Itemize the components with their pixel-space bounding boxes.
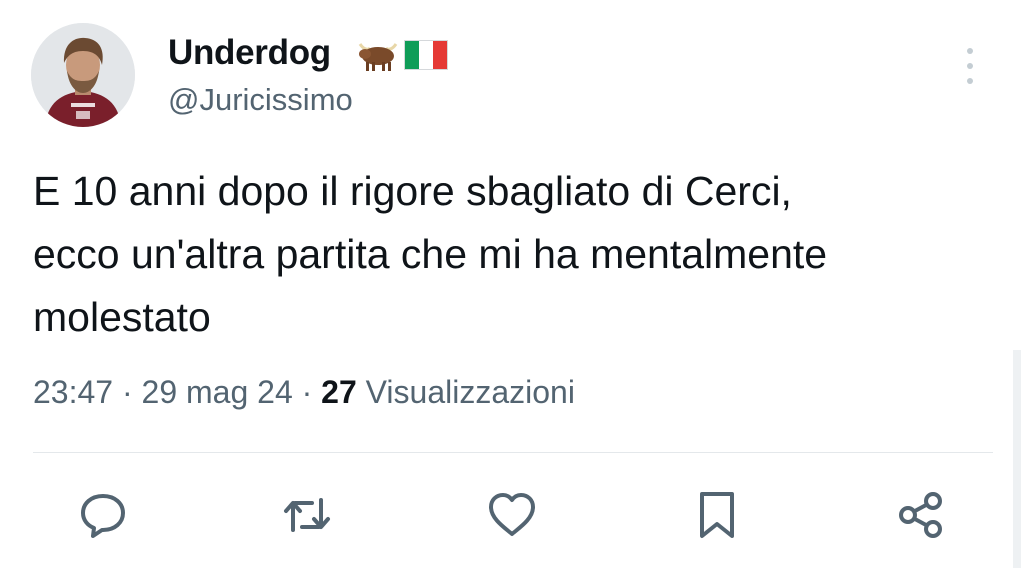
tweet-date[interactable]: 29 mag 24 <box>142 374 293 410</box>
meta-separator: · <box>113 374 142 410</box>
more-options-icon[interactable] <box>958 48 982 84</box>
views-count[interactable]: 27 <box>321 374 357 410</box>
tweet-text-line: molestato <box>33 294 211 340</box>
retweet-button[interactable] <box>282 490 332 540</box>
display-name[interactable]: Underdog <box>168 33 331 73</box>
bookmark-icon <box>700 492 734 538</box>
tweet-text-line: E 10 anni dopo il rigore sbagliato di Ce… <box>33 168 792 214</box>
share-button[interactable] <box>896 490 946 540</box>
tweet-text-line: ecco un'altra partita che mi ha mentalme… <box>33 231 828 277</box>
italy-flag-icon <box>404 40 448 70</box>
tweet-card: Underdog @Juricissimo E 10 anni dopo il … <box>0 0 1024 568</box>
divider <box>33 452 993 453</box>
reply-button[interactable] <box>78 490 128 540</box>
avatar-image <box>31 23 135 127</box>
bull-emoji-icon <box>358 43 398 71</box>
like-button[interactable] <box>487 490 537 540</box>
tweet-meta: 23:47 · 29 mag 24 · 27 Visualizzazioni <box>33 374 575 411</box>
speech-bubble-icon <box>81 494 125 538</box>
tweet-text: E 10 anni dopo il rigore sbagliato di Ce… <box>33 160 1003 349</box>
bookmark-button[interactable] <box>692 490 742 540</box>
name-badges <box>356 38 448 72</box>
share-nodes-icon <box>899 492 942 538</box>
user-handle[interactable]: @Juricissimo <box>168 82 353 118</box>
tweet-time[interactable]: 23:47 <box>33 374 113 410</box>
meta-separator: · <box>292 374 322 410</box>
avatar[interactable] <box>31 23 135 127</box>
views-label[interactable]: Visualizzazioni <box>357 374 575 410</box>
edge-shadow <box>1013 350 1021 568</box>
retweet-icon <box>284 498 330 532</box>
heart-icon <box>489 493 535 536</box>
